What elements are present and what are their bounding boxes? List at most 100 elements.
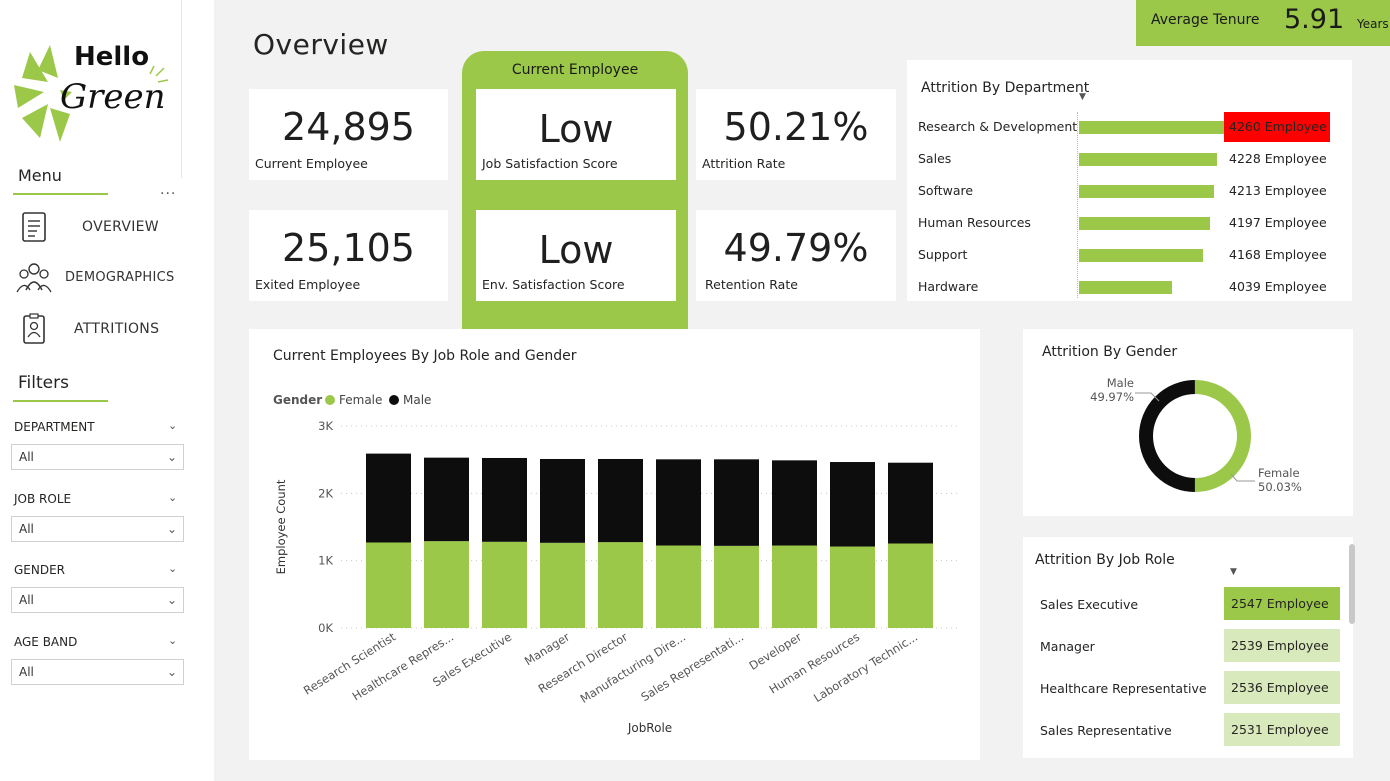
ajr-row[interactable]: Healthcare Representative 2536 Employee <box>1023 671 1353 707</box>
dept-row[interactable]: Software 4213 Employee <box>907 178 1352 204</box>
bar-female[interactable] <box>540 542 585 628</box>
job-role-gender-chart: Current Employees By Job Role and Gender… <box>273 348 959 735</box>
bar-male[interactable] <box>830 462 875 547</box>
bar-male[interactable] <box>482 457 527 542</box>
retention-rate-card: 49.79% Retention Rate <box>696 210 896 301</box>
dept-value: 4197 Employee <box>1229 215 1327 230</box>
job-satisfaction-value: Low <box>538 107 614 151</box>
attrition-by-gender-card: Attrition By Gender Male 49.97% Female 50.0… <box>1023 329 1353 516</box>
nav-attritions-label: ATTRITIONS <box>74 321 160 337</box>
bar-male[interactable] <box>540 458 585 543</box>
bar-male[interactable] <box>888 462 933 544</box>
dept-bar[interactable] <box>1079 121 1225 134</box>
dept-row[interactable]: Sales 4228 Employee <box>907 146 1352 172</box>
dept-name: Sales <box>918 151 952 166</box>
job-satisfaction-label: Job Satisfaction Score <box>482 156 618 171</box>
attrition-rate-value: 50.21% <box>723 105 869 149</box>
filter-gender-value: All <box>19 593 34 607</box>
dept-row[interactable]: Hardware 4039 Employee <box>907 274 1352 300</box>
chevron-down-icon[interactable]: ⌄ <box>168 562 177 575</box>
bar-female[interactable] <box>656 545 701 628</box>
tenure-unit: Years <box>1357 17 1389 31</box>
ajr-value: 2536 Employee <box>1224 671 1340 704</box>
filters-title: Filters <box>18 373 69 393</box>
dept-name: Software <box>918 183 974 198</box>
current-employee-card: 24,895 Current Employee <box>249 89 448 180</box>
ajr-row[interactable]: Sales Executive 2547 Employee <box>1023 587 1353 623</box>
filter-department-label: DEPARTMENT <box>14 420 95 434</box>
people-icon <box>14 259 54 295</box>
dept-bar[interactable] <box>1079 217 1210 230</box>
more-options-icon[interactable]: ... <box>160 182 176 198</box>
exited-employee-value: 25,105 <box>282 226 415 270</box>
filter-ageband-select[interactable]: All ⌄ <box>11 659 184 685</box>
average-tenure-card: Average Tenure 5.91 Years <box>1136 0 1390 46</box>
bar-female[interactable] <box>772 545 817 628</box>
chevron-down-icon: ⌄ <box>166 450 177 464</box>
chevron-down-icon[interactable]: ⌄ <box>168 419 177 432</box>
dept-bar[interactable] <box>1079 281 1173 294</box>
bar-male[interactable] <box>366 453 411 543</box>
bar-female[interactable] <box>714 545 759 628</box>
bar-female[interactable] <box>424 541 469 628</box>
sort-arrow-icon[interactable]: ▼ <box>1230 567 1237 577</box>
bar-female[interactable] <box>366 542 411 628</box>
bar-male[interactable] <box>772 460 817 546</box>
document-icon <box>14 209 54 245</box>
filter-ageband-label: AGE BAND <box>14 635 78 649</box>
dept-row[interactable]: Support 4168 Employee <box>907 242 1352 268</box>
dept-row[interactable]: Research & Development 4260 Employee <box>907 112 1352 142</box>
bar-male[interactable] <box>598 458 643 543</box>
chevron-down-icon[interactable]: ⌄ <box>168 491 177 504</box>
x-tick-label: Research Scientist <box>301 629 399 697</box>
dept-value: 4260 Employee <box>1224 112 1330 142</box>
bar-female[interactable] <box>598 542 643 628</box>
bar-female[interactable] <box>830 546 875 628</box>
legend-label[interactable]: Female <box>339 393 382 407</box>
sort-arrow-icon[interactable]: ▼ <box>1079 92 1086 102</box>
ajr-row[interactable]: Manager 2539 Employee <box>1023 629 1353 665</box>
nav-overview[interactable]: OVERVIEW <box>14 207 194 247</box>
nav-attritions[interactable]: ATTRITIONS <box>14 309 194 349</box>
legend-swatch <box>389 395 399 405</box>
dept-bar[interactable] <box>1079 249 1204 262</box>
nav-overview-label: OVERVIEW <box>82 219 159 235</box>
legend-label[interactable]: Male <box>403 393 431 407</box>
logo-box: Hello Green <box>0 0 182 178</box>
env-satisfaction-value: Low <box>538 228 614 272</box>
scrollbar[interactable] <box>1349 544 1355 624</box>
filter-jobrole-select[interactable]: All ⌄ <box>11 516 184 542</box>
sidebar: Hello Green Menu ... OVERVIEW DEMOGRAPHI… <box>0 0 214 781</box>
dept-bar[interactable] <box>1079 185 1214 198</box>
bar-male[interactable] <box>424 457 469 542</box>
filter-gender-select[interactable]: All ⌄ <box>11 587 184 613</box>
bar-male[interactable] <box>714 459 759 546</box>
legend-swatch <box>325 395 335 405</box>
ajr-row[interactable]: Sales Representative 2531 Employee <box>1023 713 1353 749</box>
exited-employee-card: 25,105 Exited Employee <box>249 210 448 301</box>
donut-slice-male[interactable] <box>1139 380 1196 492</box>
attrition-rate-label: Attrition Rate <box>702 156 786 171</box>
retention-rate-value: 49.79% <box>723 226 869 270</box>
ajr-name: Manager <box>1040 639 1095 654</box>
ajr-title: Attrition By Job Role <box>1035 552 1175 568</box>
filter-department-select[interactable]: All ⌄ <box>11 444 184 470</box>
bar-female[interactable] <box>888 543 933 628</box>
attrition-by-job-role-card: Attrition By Job Role ▼ Sales Executive 2… <box>1023 537 1353 758</box>
badge-icon <box>14 311 54 347</box>
nav-demographics[interactable]: DEMOGRAPHICS <box>14 257 194 297</box>
page-title: Overview <box>253 28 389 61</box>
dept-bar[interactable] <box>1079 153 1218 166</box>
y-tick-label: 3K <box>318 419 333 433</box>
exited-employee-label: Exited Employee <box>255 277 361 292</box>
bar-male[interactable] <box>656 459 701 546</box>
donut-slice-female[interactable] <box>1194 380 1251 492</box>
bar-female[interactable] <box>482 541 527 628</box>
dept-name: Human Resources <box>918 215 1031 230</box>
tenure-label: Average Tenure <box>1151 12 1260 28</box>
slice-value: 49.97% <box>1090 390 1134 404</box>
x-tick-label: Healthcare Repres... <box>350 630 456 704</box>
chevron-down-icon[interactable]: ⌄ <box>168 634 177 647</box>
chevron-down-icon: ⌄ <box>166 593 177 607</box>
dept-row[interactable]: Human Resources 4197 Employee <box>907 210 1352 236</box>
